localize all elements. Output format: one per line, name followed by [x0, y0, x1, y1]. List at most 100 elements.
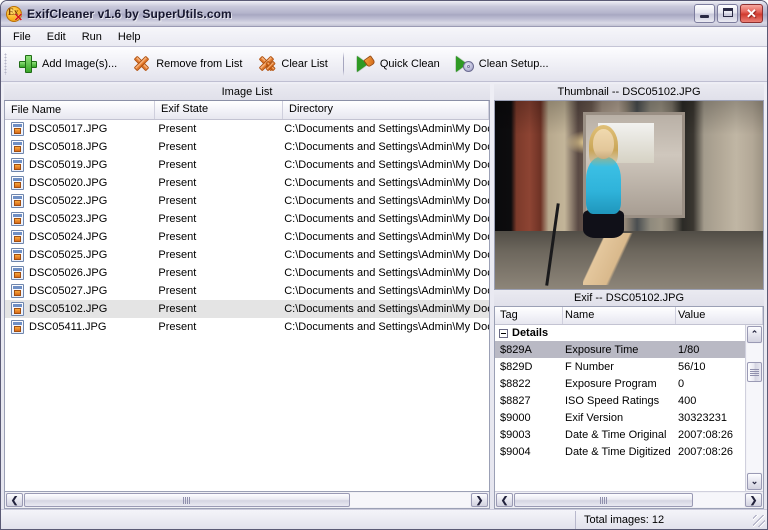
- plus-icon: [18, 54, 38, 74]
- image-list-view[interactable]: File Name Exif State Directory DSC05017.…: [4, 100, 490, 492]
- cell-file-name: DSC05023.JPG: [29, 213, 108, 225]
- table-row[interactable]: DSC05026.JPG Present C:\Documents and Sett…: [5, 264, 489, 282]
- exif-row[interactable]: $9000 Exif Version 30323231: [495, 409, 745, 426]
- vscroll-track[interactable]: [747, 344, 762, 472]
- toolbar: Add Image(s)... Remove from List Clear L…: [1, 47, 767, 82]
- cell-tag: $8827: [500, 394, 531, 407]
- cell-value: 2007:08:26: [678, 445, 734, 458]
- exif-rows: Details $829A Exposure Time 1/80 $829D F Num…: [495, 325, 745, 491]
- cell-directory: C:\Documents and Settings\Admin\My Doc: [284, 177, 489, 189]
- jpeg-file-icon: [11, 230, 24, 244]
- remove-from-list-button[interactable]: Remove from List: [126, 49, 251, 79]
- jpeg-file-icon: [11, 248, 24, 262]
- scroll-right-button[interactable]: ❯: [471, 493, 488, 507]
- exif-row[interactable]: $829A Exposure Time 1/80: [495, 341, 745, 358]
- table-row[interactable]: DSC05411.JPG Present C:\Documents and Sett…: [5, 318, 489, 336]
- cell-value: 56/10: [678, 360, 706, 373]
- column-header-exif-state[interactable]: Exif State: [155, 101, 283, 119]
- quick-clean-button[interactable]: Quick Clean: [350, 49, 449, 79]
- cell-file-name: DSC05024.JPG: [29, 231, 108, 243]
- exif-scroll-area: Details $829A Exposure Time 1/80 $829D F Num…: [495, 325, 763, 491]
- exif-group-details[interactable]: Details: [495, 325, 745, 341]
- exif-vscrollbar[interactable]: ⌃ ⌄: [745, 325, 763, 491]
- cell-exif-state: Present: [158, 267, 197, 279]
- table-row[interactable]: DSC05020.JPG Present C:\Documents and Sett…: [5, 174, 489, 192]
- add-images-button[interactable]: Add Image(s)...: [12, 49, 126, 79]
- table-row[interactable]: DSC05017.JPG Present C:\Documents and Sett…: [5, 120, 489, 138]
- maximize-button[interactable]: [717, 4, 738, 23]
- image-list-caption: Image List: [4, 84, 490, 100]
- exif-row[interactable]: $9004 Date & Time Digitized 2007:08:26: [495, 443, 745, 460]
- hscroll-thumb[interactable]: [24, 493, 350, 507]
- column-header-value[interactable]: Value: [676, 307, 763, 324]
- toolbar-separator: [342, 52, 344, 76]
- exif-row[interactable]: $8822 Exposure Program 0: [495, 375, 745, 392]
- image-list-hscrollbar[interactable]: ❮ ❯: [4, 492, 490, 509]
- cell-name: Date & Time Digitized: [565, 445, 671, 458]
- table-row[interactable]: DSC05027.JPG Present C:\Documents and Sett…: [5, 282, 489, 300]
- menu-item-help[interactable]: Help: [110, 29, 149, 45]
- thumbnail-image: [494, 100, 764, 290]
- exif-header: Tag Name Value: [495, 307, 763, 325]
- cell-name: Exif Version: [565, 411, 624, 424]
- exif-hscrollbar[interactable]: ❮ ❯: [495, 491, 763, 508]
- table-row[interactable]: DSC05102.JPG Present C:\Documents and Sett…: [5, 300, 489, 318]
- vscroll-thumb[interactable]: [747, 362, 762, 382]
- menu-item-file[interactable]: File: [5, 29, 39, 45]
- jpeg-file-icon: [11, 122, 24, 136]
- clear-list-button[interactable]: Clear List: [251, 49, 336, 79]
- exif-row[interactable]: $8827 ISO Speed Ratings 400: [495, 392, 745, 409]
- exif-table[interactable]: Tag Name Value Details $829A Exposure Tim…: [494, 306, 764, 509]
- scroll-down-button[interactable]: ⌄: [747, 473, 762, 490]
- cell-name: Exposure Program: [565, 377, 657, 390]
- column-header-directory[interactable]: Directory: [283, 101, 489, 119]
- play-brush-icon: [356, 54, 376, 74]
- preview-pane: Thumbnail -- DSC05102.JPG Exif -- DSC051…: [494, 84, 764, 509]
- cell-file-name: DSC05017.JPG: [29, 123, 108, 135]
- cell-tag: $9000: [500, 411, 531, 424]
- clean-setup-button[interactable]: Clean Setup...: [449, 49, 558, 79]
- add-images-label: Add Image(s)...: [42, 58, 118, 70]
- exif-scroll-right-button[interactable]: ❯: [745, 493, 762, 507]
- scroll-left-button[interactable]: ❮: [6, 493, 23, 507]
- cell-file-name: DSC05025.JPG: [29, 249, 108, 261]
- minimize-button[interactable]: [694, 4, 715, 23]
- cell-file-name: DSC05102.JPG: [29, 303, 108, 315]
- jpeg-file-icon: [11, 320, 24, 334]
- collapse-icon[interactable]: [499, 328, 508, 338]
- cell-directory: C:\Documents and Settings\Admin\My Doc: [284, 285, 489, 297]
- menu-item-run[interactable]: Run: [74, 29, 110, 45]
- cell-directory: C:\Documents and Settings\Admin\My Doc: [284, 321, 489, 333]
- exif-row[interactable]: $9003 Date & Time Original 2007:08:26: [495, 426, 745, 443]
- cell-exif-state: Present: [158, 249, 197, 261]
- jpeg-file-icon: [11, 158, 24, 172]
- table-row[interactable]: DSC05025.JPG Present C:\Documents and Sett…: [5, 246, 489, 264]
- column-header-tag[interactable]: Tag: [495, 307, 563, 324]
- scroll-up-button[interactable]: ⌃: [747, 326, 762, 343]
- exif-hscroll-thumb[interactable]: [514, 493, 694, 507]
- image-list-pane: Image List File Name Exif State Director…: [4, 84, 490, 509]
- column-header-file-name[interactable]: File Name: [5, 101, 155, 119]
- table-row[interactable]: DSC05024.JPG Present C:\Documents and Sett…: [5, 228, 489, 246]
- cell-value: 0: [678, 377, 685, 390]
- table-row[interactable]: DSC05023.JPG Present C:\Documents and Sett…: [5, 210, 489, 228]
- toolbar-grip[interactable]: [4, 53, 7, 75]
- hscroll-track[interactable]: [24, 493, 470, 507]
- cell-file-name: DSC05026.JPG: [29, 267, 108, 279]
- resize-grip[interactable]: [753, 515, 765, 527]
- exif-scroll-left-button[interactable]: ❮: [496, 493, 513, 507]
- thumbnail-photo: [495, 101, 763, 289]
- exif-hscroll-track[interactable]: [514, 493, 744, 507]
- column-header-name[interactable]: Name: [563, 307, 676, 324]
- cell-tag: $8822: [500, 377, 531, 390]
- application-window: Ex ✕ ExifCleaner v1.6 by SuperUtils.com …: [0, 0, 768, 530]
- exif-row[interactable]: $829D F Number 56/10: [495, 358, 745, 375]
- cell-value: 30323231: [678, 411, 727, 424]
- table-row[interactable]: DSC05018.JPG Present C:\Documents and Sett…: [5, 138, 489, 156]
- close-button[interactable]: ✕: [740, 4, 763, 23]
- table-row[interactable]: DSC05022.JPG Present C:\Documents and Sett…: [5, 192, 489, 210]
- table-row[interactable]: DSC05019.JPG Present C:\Documents and Sett…: [5, 156, 489, 174]
- cell-directory: C:\Documents and Settings\Admin\My Doc: [284, 213, 489, 225]
- menu-item-edit[interactable]: Edit: [39, 29, 74, 45]
- cell-name: Date & Time Original: [565, 428, 667, 441]
